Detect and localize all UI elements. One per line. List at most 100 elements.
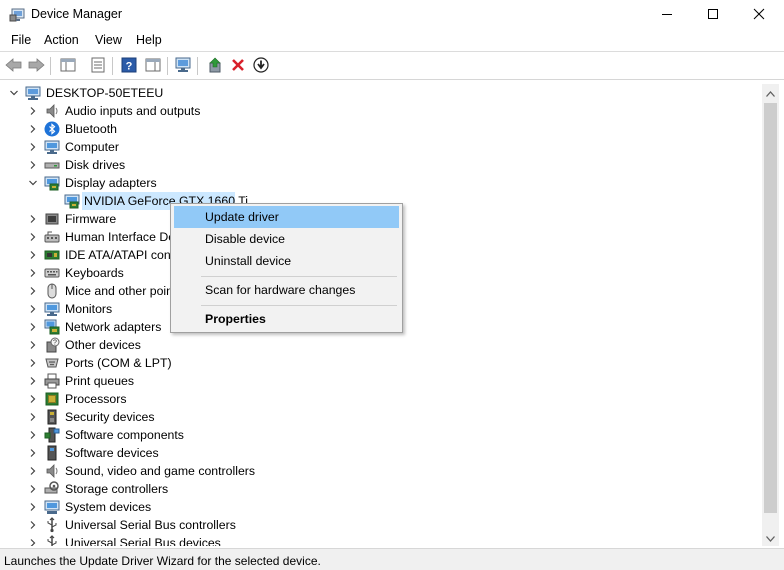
tree-category-display-adapters[interactable]: Display adapters <box>0 174 760 192</box>
title-bar: Device Manager <box>0 0 784 30</box>
printer-icon <box>44 373 60 389</box>
update-driver-button[interactable] <box>205 56 225 76</box>
tree-category-software-components[interactable]: Software components <box>0 426 760 444</box>
monitor-icon <box>44 139 60 155</box>
disable-device-icon <box>253 56 269 76</box>
help-button[interactable]: ? <box>119 56 139 76</box>
tree-category-disk-drives[interactable]: Disk drives <box>0 156 760 174</box>
tree-category-audio-inputs-and-outputs[interactable]: Audio inputs and outputs <box>0 102 760 120</box>
tree-category-storage-controllers[interactable]: Storage controllers <box>0 480 760 498</box>
properties-icon <box>90 57 106 76</box>
tree-item-label: Storage controllers <box>65 482 169 496</box>
chevron-right-icon[interactable] <box>27 464 39 478</box>
chevron-right-icon[interactable] <box>27 500 39 514</box>
chevron-right-icon[interactable] <box>27 104 39 118</box>
chevron-right-icon[interactable] <box>27 248 39 262</box>
show-hide-console-tree-button[interactable] <box>58 56 78 76</box>
uninstall-device-icon <box>230 57 246 76</box>
vertical-scrollbar[interactable] <box>762 84 779 546</box>
chevron-right-icon[interactable] <box>27 446 39 460</box>
chevron-right-icon[interactable] <box>27 374 39 388</box>
minimize-button[interactable] <box>644 0 690 30</box>
chevron-right-icon[interactable] <box>27 410 39 424</box>
chevron-right-icon[interactable] <box>27 338 39 352</box>
chevron-right-icon[interactable] <box>27 212 39 226</box>
toolbar-separator <box>197 57 198 75</box>
tree-item-label: Mice and other poin <box>65 284 174 298</box>
scroll-down-button[interactable] <box>762 529 779 546</box>
properties-button[interactable] <box>88 56 108 76</box>
tree-item-label: Audio inputs and outputs <box>65 104 201 118</box>
chevron-down-icon[interactable] <box>8 86 20 100</box>
menu-file[interactable]: File <box>9 33 33 47</box>
chevron-right-icon[interactable] <box>27 158 39 172</box>
menu-view[interactable]: View <box>93 33 124 47</box>
close-button[interactable] <box>736 0 782 30</box>
bluetooth-icon <box>44 121 60 137</box>
chevron-right-icon[interactable] <box>27 302 39 316</box>
chevron-right-icon[interactable] <box>27 266 39 280</box>
menu-item-properties[interactable]: Properties <box>174 308 399 330</box>
chevron-right-icon[interactable] <box>27 230 39 244</box>
status-bar: Launches the Update Driver Wizard for th… <box>0 548 784 570</box>
tree-item-label: Universal Serial Bus devices <box>65 536 221 546</box>
menu-action[interactable]: Action <box>42 33 81 47</box>
scroll-up-button[interactable] <box>762 84 779 101</box>
menu-help[interactable]: Help <box>134 33 164 47</box>
toolbar-separator <box>50 57 51 75</box>
chevron-down-icon <box>766 531 775 545</box>
back-button[interactable] <box>4 56 24 76</box>
tree-category-universal-serial-bus-controllers[interactable]: Universal Serial Bus controllers <box>0 516 760 534</box>
tree-item-label: Print queues <box>65 374 135 388</box>
chevron-right-icon[interactable] <box>27 320 39 334</box>
tree-category-bluetooth[interactable]: Bluetooth <box>0 120 760 138</box>
disable-device-button[interactable] <box>251 56 271 76</box>
tree-category-software-devices[interactable]: Software devices <box>0 444 760 462</box>
chevron-right-icon[interactable] <box>27 518 39 532</box>
update-driver-icon <box>207 57 223 76</box>
menu-item-disable-device[interactable]: Disable device <box>174 228 399 250</box>
device-manager-icon <box>9 8 25 22</box>
tree-item-label: Display adapters <box>65 176 157 190</box>
chevron-right-icon[interactable] <box>27 284 39 298</box>
chevron-right-icon[interactable] <box>27 122 39 136</box>
menu-item-label: Uninstall device <box>205 254 292 268</box>
computer-icon <box>25 85 41 101</box>
tree-category-ports-com-lpt[interactable]: Ports (COM & LPT) <box>0 354 760 372</box>
chevron-down-icon[interactable] <box>27 176 39 190</box>
menu-item-label: Disable device <box>205 232 285 246</box>
tree-category-print-queues[interactable]: Print queues <box>0 372 760 390</box>
window-title: Device Manager <box>31 7 123 21</box>
tree-root[interactable]: DESKTOP-50ETEEU <box>0 84 760 102</box>
chevron-right-icon[interactable] <box>27 392 39 406</box>
tree-item-label: Bluetooth <box>65 122 117 136</box>
tree-category-other-devices[interactable]: ? Other devices <box>0 336 760 354</box>
menu-item-uninstall-device[interactable]: Uninstall device <box>174 250 399 272</box>
chevron-up-icon <box>766 86 775 100</box>
minimize-icon <box>661 8 673 23</box>
tree-category-computer[interactable]: Computer <box>0 138 760 156</box>
action-pane-icon <box>145 57 161 76</box>
tree-category-sound-video-and-game-controllers[interactable]: Sound, video and game controllers <box>0 462 760 480</box>
action-pane-button[interactable] <box>143 56 163 76</box>
tree-category-processors[interactable]: Processors <box>0 390 760 408</box>
chevron-right-icon[interactable] <box>27 482 39 496</box>
chevron-right-icon[interactable] <box>27 536 39 546</box>
menu-item-update-driver[interactable]: Update driver <box>174 206 399 228</box>
software-device-icon <box>44 445 60 461</box>
chevron-right-icon[interactable] <box>27 428 39 442</box>
scroll-thumb[interactable] <box>764 103 777 513</box>
scan-hardware-button[interactable] <box>173 56 193 76</box>
forward-button[interactable] <box>26 56 46 76</box>
tree-item-label: Firmware <box>65 212 117 226</box>
tree-category-universal-serial-bus-devices[interactable]: Universal Serial Bus devices <box>0 534 760 546</box>
tree-category-system-devices[interactable]: System devices <box>0 498 760 516</box>
chevron-right-icon[interactable] <box>27 140 39 154</box>
maximize-button[interactable] <box>690 0 736 30</box>
menu-item-scan-hardware[interactable]: Scan for hardware changes <box>174 279 399 301</box>
tree-category-security-devices[interactable]: Security devices <box>0 408 760 426</box>
chevron-right-icon[interactable] <box>27 356 39 370</box>
tree-item-label: Universal Serial Bus controllers <box>65 518 236 532</box>
menu-separator <box>201 305 397 306</box>
uninstall-device-button[interactable] <box>228 56 248 76</box>
